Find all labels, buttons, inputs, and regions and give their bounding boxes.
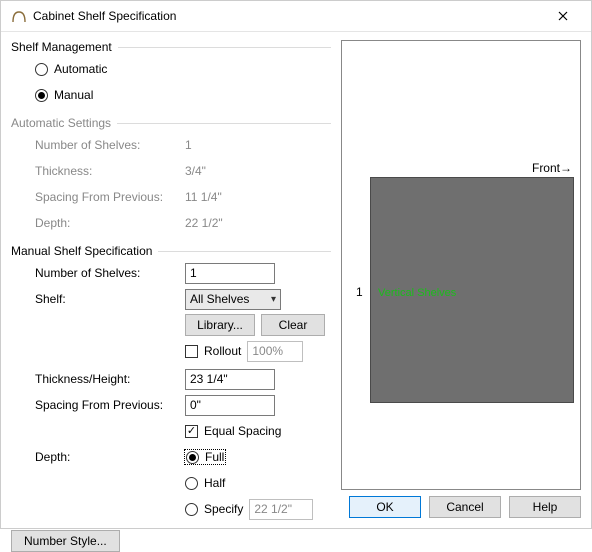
group-manual-spec: Manual Shelf Specification Number of She… xyxy=(11,244,331,520)
number-style-button[interactable]: Number Style... xyxy=(11,530,120,552)
ok-button[interactable]: OK xyxy=(349,496,421,518)
radio-automatic[interactable]: Automatic xyxy=(35,62,107,76)
input-depth-specify xyxy=(249,499,313,520)
radio-dot-icon xyxy=(35,89,48,102)
label-shelf: Shelf: xyxy=(35,292,185,306)
radio-label: Full xyxy=(205,450,224,464)
label-auto-num-shelves: Number of Shelves: xyxy=(35,138,185,152)
group-header-label: Automatic Settings xyxy=(11,116,111,130)
radio-label: Half xyxy=(204,476,225,490)
radio-label: Specify xyxy=(204,502,243,516)
input-spacing[interactable] xyxy=(185,395,275,416)
label-depth: Depth: xyxy=(35,450,185,464)
cancel-button[interactable]: Cancel xyxy=(429,496,501,518)
preview-shelf-label: Vertical Shelves xyxy=(378,287,456,299)
input-rollout-pct xyxy=(247,341,303,362)
preview-index: 1 xyxy=(356,285,363,299)
label-auto-depth: Depth: xyxy=(35,216,185,230)
checkbox-box-icon xyxy=(185,425,198,438)
input-num-shelves[interactable] xyxy=(185,263,275,284)
value-auto-depth: 22 1/2" xyxy=(185,216,223,230)
radio-label: Manual xyxy=(54,88,93,102)
value-auto-num-shelves: 1 xyxy=(185,138,192,152)
value-auto-thickness: 3/4" xyxy=(185,164,206,178)
label-spacing: Spacing From Previous: xyxy=(35,398,185,412)
preview-front-label: Front→ xyxy=(532,161,572,175)
group-divider xyxy=(118,47,331,48)
group-automatic-settings: Automatic Settings Number of Shelves: 1 … xyxy=(11,116,331,234)
group-shelf-management: Shelf Management Automatic Manual xyxy=(11,40,331,106)
label-auto-thickness: Thickness: xyxy=(35,164,185,178)
select-shelf[interactable]: All Shelves ▾ xyxy=(185,289,281,310)
chevron-down-icon: ▾ xyxy=(271,294,276,305)
window-title: Cabinet Shelf Specification xyxy=(33,9,543,23)
value-auto-spacing: 11 1/4" xyxy=(185,190,222,204)
label-auto-spacing: Spacing From Previous: xyxy=(35,190,185,204)
checkbox-box-icon xyxy=(185,345,198,358)
help-button[interactable]: Help xyxy=(509,496,581,518)
radio-dot-icon xyxy=(185,503,198,516)
label-thickness: Thickness/Height: xyxy=(35,372,185,386)
select-value: All Shelves xyxy=(190,292,249,306)
input-thickness[interactable] xyxy=(185,369,275,390)
radio-dot-icon xyxy=(186,451,199,464)
radio-depth-full[interactable]: Full xyxy=(185,450,225,464)
checkbox-label: Rollout xyxy=(204,344,241,358)
group-divider xyxy=(158,251,331,252)
preview-panel: Front→ 1 Vertical Shelves xyxy=(341,40,581,490)
checkbox-label: Equal Spacing xyxy=(204,424,281,438)
checkbox-rollout[interactable]: Rollout xyxy=(185,344,241,358)
radio-depth-specify[interactable]: Specify xyxy=(185,502,243,516)
library-button[interactable]: Library... xyxy=(185,314,255,336)
titlebar: Cabinet Shelf Specification xyxy=(1,1,591,32)
clear-button[interactable]: Clear xyxy=(261,314,325,336)
group-divider xyxy=(117,123,331,124)
checkbox-equal-spacing[interactable]: Equal Spacing xyxy=(185,424,281,438)
close-button[interactable] xyxy=(543,1,583,31)
app-icon xyxy=(11,8,27,24)
arrow-right-icon: → xyxy=(560,161,572,175)
label-num-shelves: Number of Shelves: xyxy=(35,266,185,280)
group-header-label: Manual Shelf Specification xyxy=(11,244,152,258)
group-header-label: Shelf Management xyxy=(11,40,112,54)
dialog-button-row: OK Cancel Help xyxy=(341,490,581,518)
radio-manual[interactable]: Manual xyxy=(35,88,93,102)
radio-dot-icon xyxy=(185,477,198,490)
radio-depth-half[interactable]: Half xyxy=(185,476,225,490)
radio-label: Automatic xyxy=(54,62,107,76)
radio-dot-icon xyxy=(35,63,48,76)
